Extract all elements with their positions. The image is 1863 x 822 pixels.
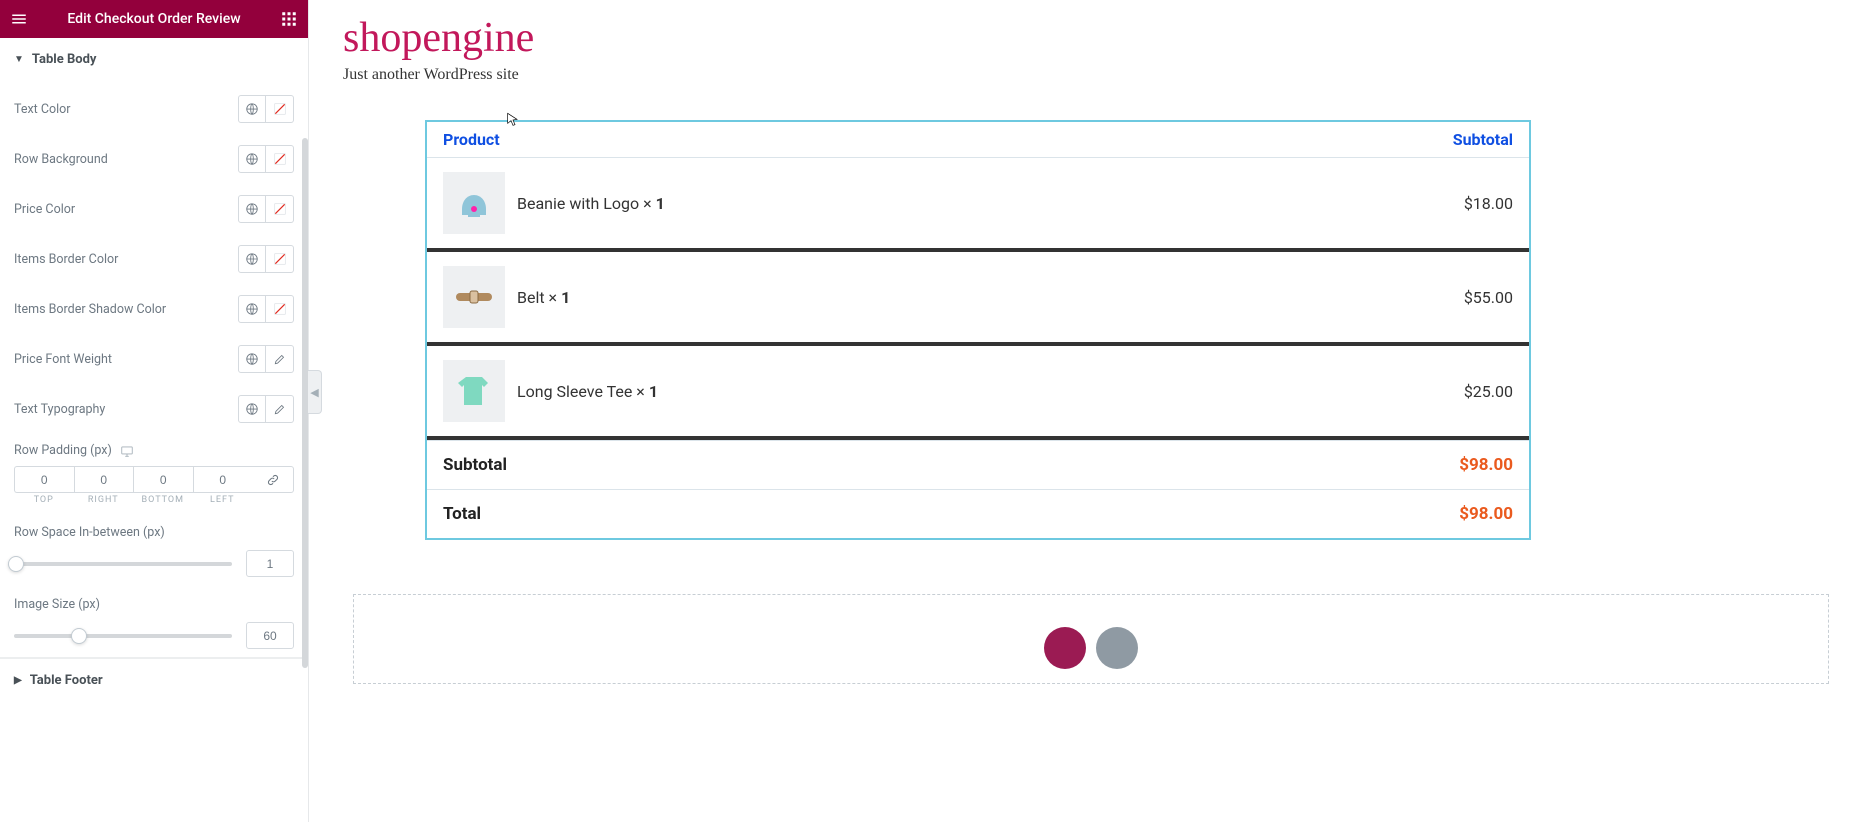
slider-thumb[interactable] (71, 628, 87, 644)
site-title[interactable]: shopengine (343, 14, 1829, 62)
caret-down-icon: ▼ (14, 54, 24, 65)
total-label: Total (443, 504, 481, 524)
product-image (443, 266, 505, 328)
padding-left-input[interactable] (193, 466, 253, 493)
add-template-button[interactable] (1096, 627, 1138, 669)
edit-icon[interactable] (266, 345, 294, 373)
control-text-typography: Text Typography (0, 381, 308, 431)
no-color-icon[interactable] (266, 195, 294, 223)
subtotal-value: $98.00 (1459, 455, 1513, 475)
order-table-header: Product Subtotal (427, 122, 1529, 158)
responsive-icon[interactable] (120, 444, 134, 458)
no-color-icon[interactable] (266, 245, 294, 273)
section-header-table-footer[interactable]: ▶ Table Footer (0, 659, 308, 702)
sidebar-title: Edit Checkout Order Review (67, 11, 240, 27)
section-header-table-body[interactable]: ▼ Table Body (0, 38, 308, 81)
sidebar-header: Edit Checkout Order Review (0, 0, 308, 38)
label: Price Font Weight (14, 352, 238, 367)
edit-icon[interactable] (266, 395, 294, 423)
product-name: Belt × 1 (517, 288, 1452, 307)
image-size-slider[interactable] (14, 634, 232, 638)
no-color-icon[interactable] (266, 95, 294, 123)
control-image-size: Image Size (px) (0, 585, 308, 657)
section-dropzone[interactable] (353, 594, 1829, 684)
row-space-value-input[interactable] (246, 550, 294, 577)
globe-icon[interactable] (238, 195, 266, 223)
menu-icon[interactable] (10, 10, 28, 28)
control-items-border-color: Items Border Color (0, 231, 308, 281)
globe-icon[interactable] (238, 395, 266, 423)
section-table-body: ▼ Table Body Text Color Row Background (0, 38, 308, 658)
control-row-padding-label: Row Padding (px) (0, 431, 308, 462)
label: Text Typography (14, 402, 238, 417)
col-subtotal: Subtotal (1453, 130, 1513, 149)
label: Items Border Color (14, 252, 238, 267)
line-price: $18.00 (1464, 194, 1513, 213)
padding-bottom-input[interactable] (133, 466, 193, 493)
control-text-color: Text Color (0, 81, 308, 131)
site-tagline: Just another WordPress site (343, 66, 1829, 84)
preview-canvas: shopengine Just another WordPress site P… (309, 0, 1863, 822)
product-name: Beanie with Logo × 1 (517, 194, 1452, 213)
add-section-controls (1044, 627, 1138, 669)
section-table-footer: ▶ Table Footer (0, 658, 308, 702)
control-items-border-shadow-color: Items Border Shadow Color (0, 281, 308, 331)
no-color-icon[interactable] (266, 295, 294, 323)
globe-icon[interactable] (238, 295, 266, 323)
line-price: $55.00 (1464, 288, 1513, 307)
label: Row Padding (px) (14, 443, 112, 458)
editor-sidebar: Edit Checkout Order Review ▼ Table Body … (0, 0, 309, 822)
label: Image Size (px) (14, 597, 294, 612)
control-price-color: Price Color (0, 181, 308, 231)
globe-icon[interactable] (238, 245, 266, 273)
padding-right-input[interactable] (74, 466, 134, 493)
control-row-background: Row Background (0, 131, 308, 181)
total-value: $98.00 (1459, 504, 1513, 524)
label: Items Border Shadow Color (14, 302, 238, 317)
line-price: $25.00 (1464, 382, 1513, 401)
padding-labels: TOP RIGHT BOTTOM LEFT (0, 493, 308, 513)
no-color-icon[interactable] (266, 145, 294, 173)
table-row: Long Sleeve Tee × 1 $25.00 (427, 346, 1529, 440)
globe-icon[interactable] (238, 345, 266, 373)
padding-top-input[interactable] (14, 466, 74, 493)
globe-icon[interactable] (238, 95, 266, 123)
add-section-button[interactable] (1044, 627, 1086, 669)
label: Price Color (14, 202, 238, 217)
col-product: Product (443, 130, 500, 149)
slider-thumb[interactable] (8, 556, 24, 572)
cursor-pointer-icon (505, 112, 521, 128)
label: Row Space In-between (px) (14, 525, 294, 540)
product-name: Long Sleeve Tee × 1 (517, 382, 1452, 401)
image-size-value-input[interactable] (246, 622, 294, 649)
apps-icon[interactable] (280, 10, 298, 28)
label: Text Color (14, 102, 238, 117)
table-row: Belt × 1 $55.00 (427, 252, 1529, 346)
control-row-space: Row Space In-between (px) (0, 513, 308, 585)
sidebar-scroll[interactable]: ▼ Table Body Text Color Row Background (0, 38, 308, 822)
product-image (443, 360, 505, 422)
link-values-button[interactable] (252, 466, 294, 493)
padding-inputs (0, 462, 308, 493)
row-space-slider[interactable] (14, 562, 232, 566)
subtotal-row: Subtotal $98.00 (427, 440, 1529, 489)
label: Row Background (14, 152, 238, 167)
globe-icon[interactable] (238, 145, 266, 173)
caret-right-icon: ▶ (14, 675, 22, 686)
control-price-font-weight: Price Font Weight (0, 331, 308, 381)
section-title: Table Footer (30, 673, 103, 688)
product-image (443, 172, 505, 234)
table-row: Beanie with Logo × 1 $18.00 (427, 158, 1529, 252)
panel-collapse-handle[interactable]: ◀ (308, 370, 322, 414)
section-title: Table Body (32, 52, 97, 67)
order-review-table: Product Subtotal Beanie with Logo × 1 $1… (425, 120, 1531, 540)
total-row: Total $98.00 (427, 489, 1529, 538)
subtotal-label: Subtotal (443, 455, 507, 475)
